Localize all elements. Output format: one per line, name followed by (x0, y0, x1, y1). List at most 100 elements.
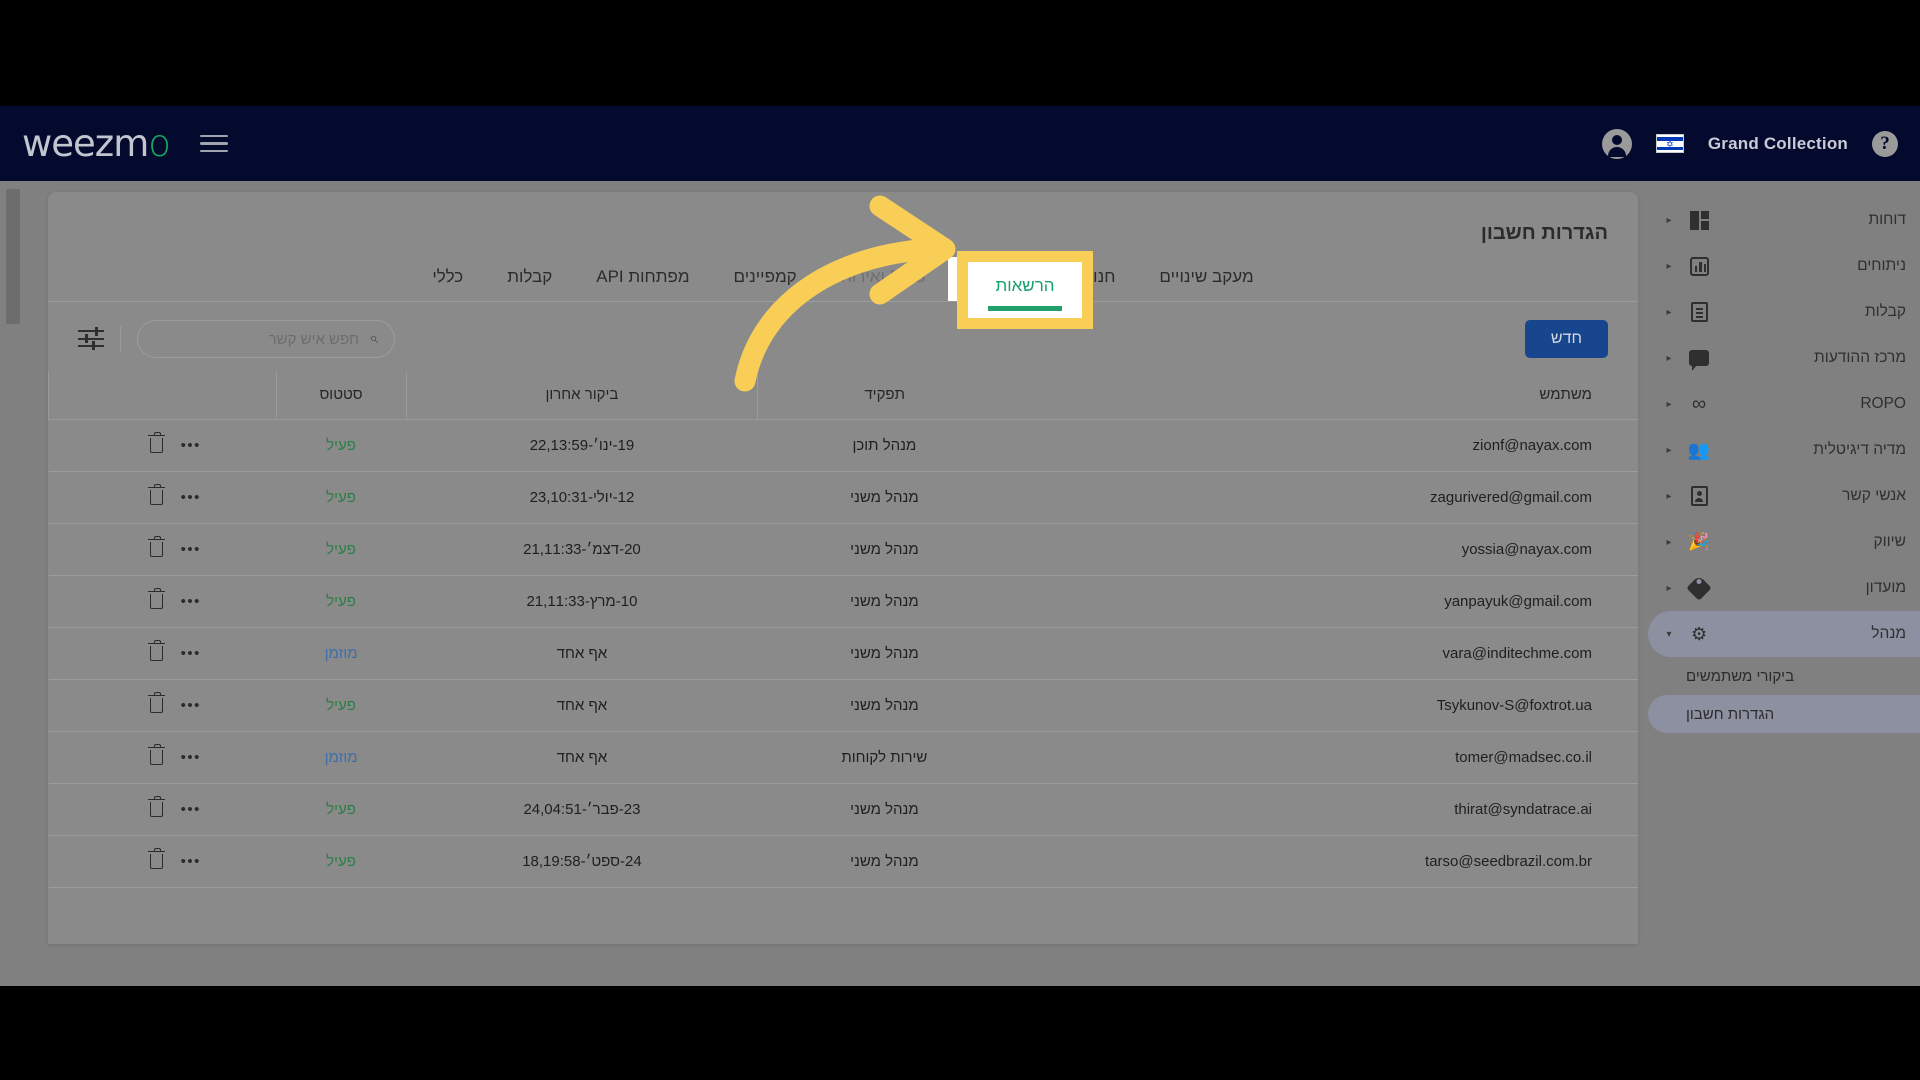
sidebar-item-admin[interactable]: מנהל ⚙ ▾ (1648, 611, 1920, 657)
status-badge: פעיל (326, 853, 356, 870)
cell-role: מנהל משני (757, 679, 1011, 732)
more-options-icon[interactable]: ••• (181, 541, 201, 558)
cell-role: מנהל משני (757, 523, 1011, 576)
more-options-icon[interactable]: ••• (181, 489, 201, 506)
column-header-last-visit[interactable]: ביקור אחרון (405, 372, 758, 420)
sidebar-item-club[interactable]: מועדון ▸ (1648, 565, 1920, 611)
help-circle-icon[interactable]: ? (1872, 130, 1898, 157)
cell-role: מנהל משני (757, 471, 1011, 524)
table-row[interactable]: yossia@nayax.com מנהל משני 20-דצמ׳-21,11:3… (48, 523, 1638, 576)
main-sidebar: דוחות ▸ ניתוחים ▸ קבלות ▸ מרכז ההודעות ▸… (1648, 181, 1920, 986)
table-row[interactable]: yanpayuk@gmail.com מנהל משני 10-מרץ-21,11:… (48, 575, 1638, 628)
table-row[interactable]: zagurivered@gmail.com מנהל משני 12-יולי-23… (48, 471, 1638, 524)
more-options-icon[interactable]: ••• (181, 437, 201, 454)
trash-icon[interactable] (147, 432, 165, 453)
cell-actions: ••• (48, 575, 277, 628)
search-input[interactable] (154, 330, 360, 348)
cell-role: מנהל תוכן (757, 419, 1011, 472)
row-action-group: ••• (49, 432, 277, 454)
sidebar-item-reports[interactable]: דוחות ▸ (1648, 197, 1920, 243)
cell-status: מוזמן (276, 731, 407, 784)
new-button[interactable]: חדש (1524, 320, 1608, 358)
page-title: הגדרות חשבון (1480, 222, 1608, 244)
trash-icon[interactable] (147, 744, 165, 765)
table-row[interactable]: tarso@seedbrazil.com.br מנהל משני 24-ספט׳-… (48, 835, 1638, 888)
column-header-user[interactable]: משתמש (1010, 372, 1638, 420)
search-contact-box[interactable]: ⌕ (137, 320, 395, 358)
sidebar-item-analytics[interactable]: ניתוחים ▸ (1648, 243, 1920, 289)
trash-icon[interactable] (147, 536, 165, 557)
infinity-icon: ∞ (1691, 392, 1707, 415)
cell-actions: ••• (48, 523, 277, 576)
sidebar-item-receipts[interactable]: קבלות ▸ (1648, 289, 1920, 335)
page-scrollbar[interactable] (6, 181, 20, 986)
tab-campaigns[interactable]: קמפיינים (712, 257, 819, 301)
table-row[interactable]: Tsykunov-S@foxtrot.ua מנהל משני אף אחד פעיל… (48, 679, 1638, 732)
trash-icon[interactable] (147, 848, 165, 869)
column-header-status[interactable]: סטטוס (275, 372, 407, 420)
cell-role: מנהל משני (757, 835, 1011, 888)
tab-api-keys[interactable]: מפתחות API (574, 257, 711, 301)
sidebar-item-label: ROPO (1860, 395, 1906, 412)
tab-receipts[interactable]: קבלות (485, 257, 574, 301)
trash-icon[interactable] (147, 484, 165, 505)
chevron-right-icon: ▸ (1666, 398, 1672, 410)
sidebar-item-label: מרכז ההודעות (1814, 349, 1906, 366)
dashboard-grid-icon (1686, 210, 1712, 230)
trash-icon[interactable] (147, 640, 165, 661)
cell-role: מנהל משני (757, 627, 1011, 680)
sidebar-item-label: מועדון (1865, 579, 1906, 596)
cell-role: מנהל משני (757, 575, 1011, 628)
table-head: משתמש תפקיד ביקור אחרון סטטוס (48, 372, 1638, 420)
sidebar-item-digital-media[interactable]: מדיה דיגיטלית 👥 ▸ (1648, 427, 1920, 473)
chevron-right-icon: ▸ (1666, 490, 1672, 502)
cell-status: פעיל (276, 419, 407, 472)
more-options-icon[interactable]: ••• (181, 801, 201, 818)
cell-user: thirat@syndatrace.ai (1010, 783, 1638, 836)
row-action-group: ••• (49, 588, 277, 610)
chevron-right-icon: ▸ (1666, 444, 1672, 456)
table-row[interactable]: thirat@syndatrace.ai מנהל משני 23-פבר׳-24,… (48, 783, 1638, 836)
israel-flag-icon[interactable]: ✡ (1655, 134, 1684, 153)
more-options-icon[interactable]: ••• (181, 749, 201, 766)
cell-user: tarso@seedbrazil.com.br (1010, 835, 1638, 888)
cell-status: מוזמן (276, 627, 407, 680)
sidebar-item-marketing[interactable]: שיווק 🎉 ▸ (1648, 519, 1920, 565)
tab-change-tracking[interactable]: מעקב שינויים (1137, 257, 1275, 301)
cell-user: zagurivered@gmail.com (1010, 471, 1638, 524)
topbar-right-group: weezm o (22, 122, 228, 165)
table-row[interactable]: tomer@madsec.co.il שירות לקוחות אף אחד מוזמ… (48, 731, 1638, 784)
cell-last-visit: אף אחד (406, 731, 758, 784)
trash-icon[interactable] (147, 588, 165, 609)
sidebar-subitem-user-visits[interactable]: ביקורי משתמשים (1648, 657, 1920, 695)
sidebar-item-message-center[interactable]: מרכז ההודעות ▸ (1648, 335, 1920, 381)
screenshot-root: ✡ Grand Collection ? weezm o דוחות ▸ ניתו… (0, 0, 1920, 1080)
trash-icon[interactable] (147, 692, 165, 713)
highlight-box-permissions-tab[interactable]: הרשאות (957, 251, 1093, 329)
sliders-filter-icon[interactable] (78, 327, 104, 350)
more-options-icon[interactable]: ••• (181, 853, 201, 870)
table-row[interactable]: vara@inditechme.com מנהל משני אף אחד מוזמן •… (48, 627, 1638, 680)
active-tab-underline (988, 306, 1062, 311)
trash-icon[interactable] (147, 796, 165, 817)
sidebar-item-ropo[interactable]: ROPO ∞ ▸ (1648, 381, 1920, 427)
cell-user: zionf@nayax.com (1010, 419, 1638, 472)
cell-user: vara@inditechme.com (1010, 627, 1638, 680)
more-options-icon[interactable]: ••• (181, 593, 201, 610)
cell-actions: ••• (48, 783, 277, 836)
more-options-icon[interactable]: ••• (181, 645, 201, 662)
chevron-down-icon: ▾ (1666, 628, 1672, 640)
column-header-role[interactable]: תפקיד (757, 372, 1011, 420)
tab-dns-hosting[interactable]: DNS ואירוח (819, 257, 948, 301)
cell-user: Tsykunov-S@foxtrot.ua (1010, 679, 1638, 732)
sidebar-subitem-account-settings[interactable]: הגדרות חשבון (1648, 695, 1920, 733)
account-circle-icon[interactable] (1601, 128, 1632, 159)
scrollbar-thumb[interactable] (6, 189, 20, 324)
more-options-icon[interactable]: ••• (181, 697, 201, 714)
table-row[interactable]: zionf@nayax.com מנהל תוכן 19-ינו׳-22,13:59… (48, 419, 1638, 472)
table-body: zionf@nayax.com מנהל תוכן 19-ינו׳-22,13:59… (48, 419, 1638, 888)
hamburger-menu-icon[interactable] (199, 134, 228, 153)
sidebar-item-contacts[interactable]: אנשי קשר ▸ (1648, 473, 1920, 519)
brand-account-name: Grand Collection (1707, 133, 1848, 153)
tab-general[interactable]: כללי (410, 257, 485, 301)
